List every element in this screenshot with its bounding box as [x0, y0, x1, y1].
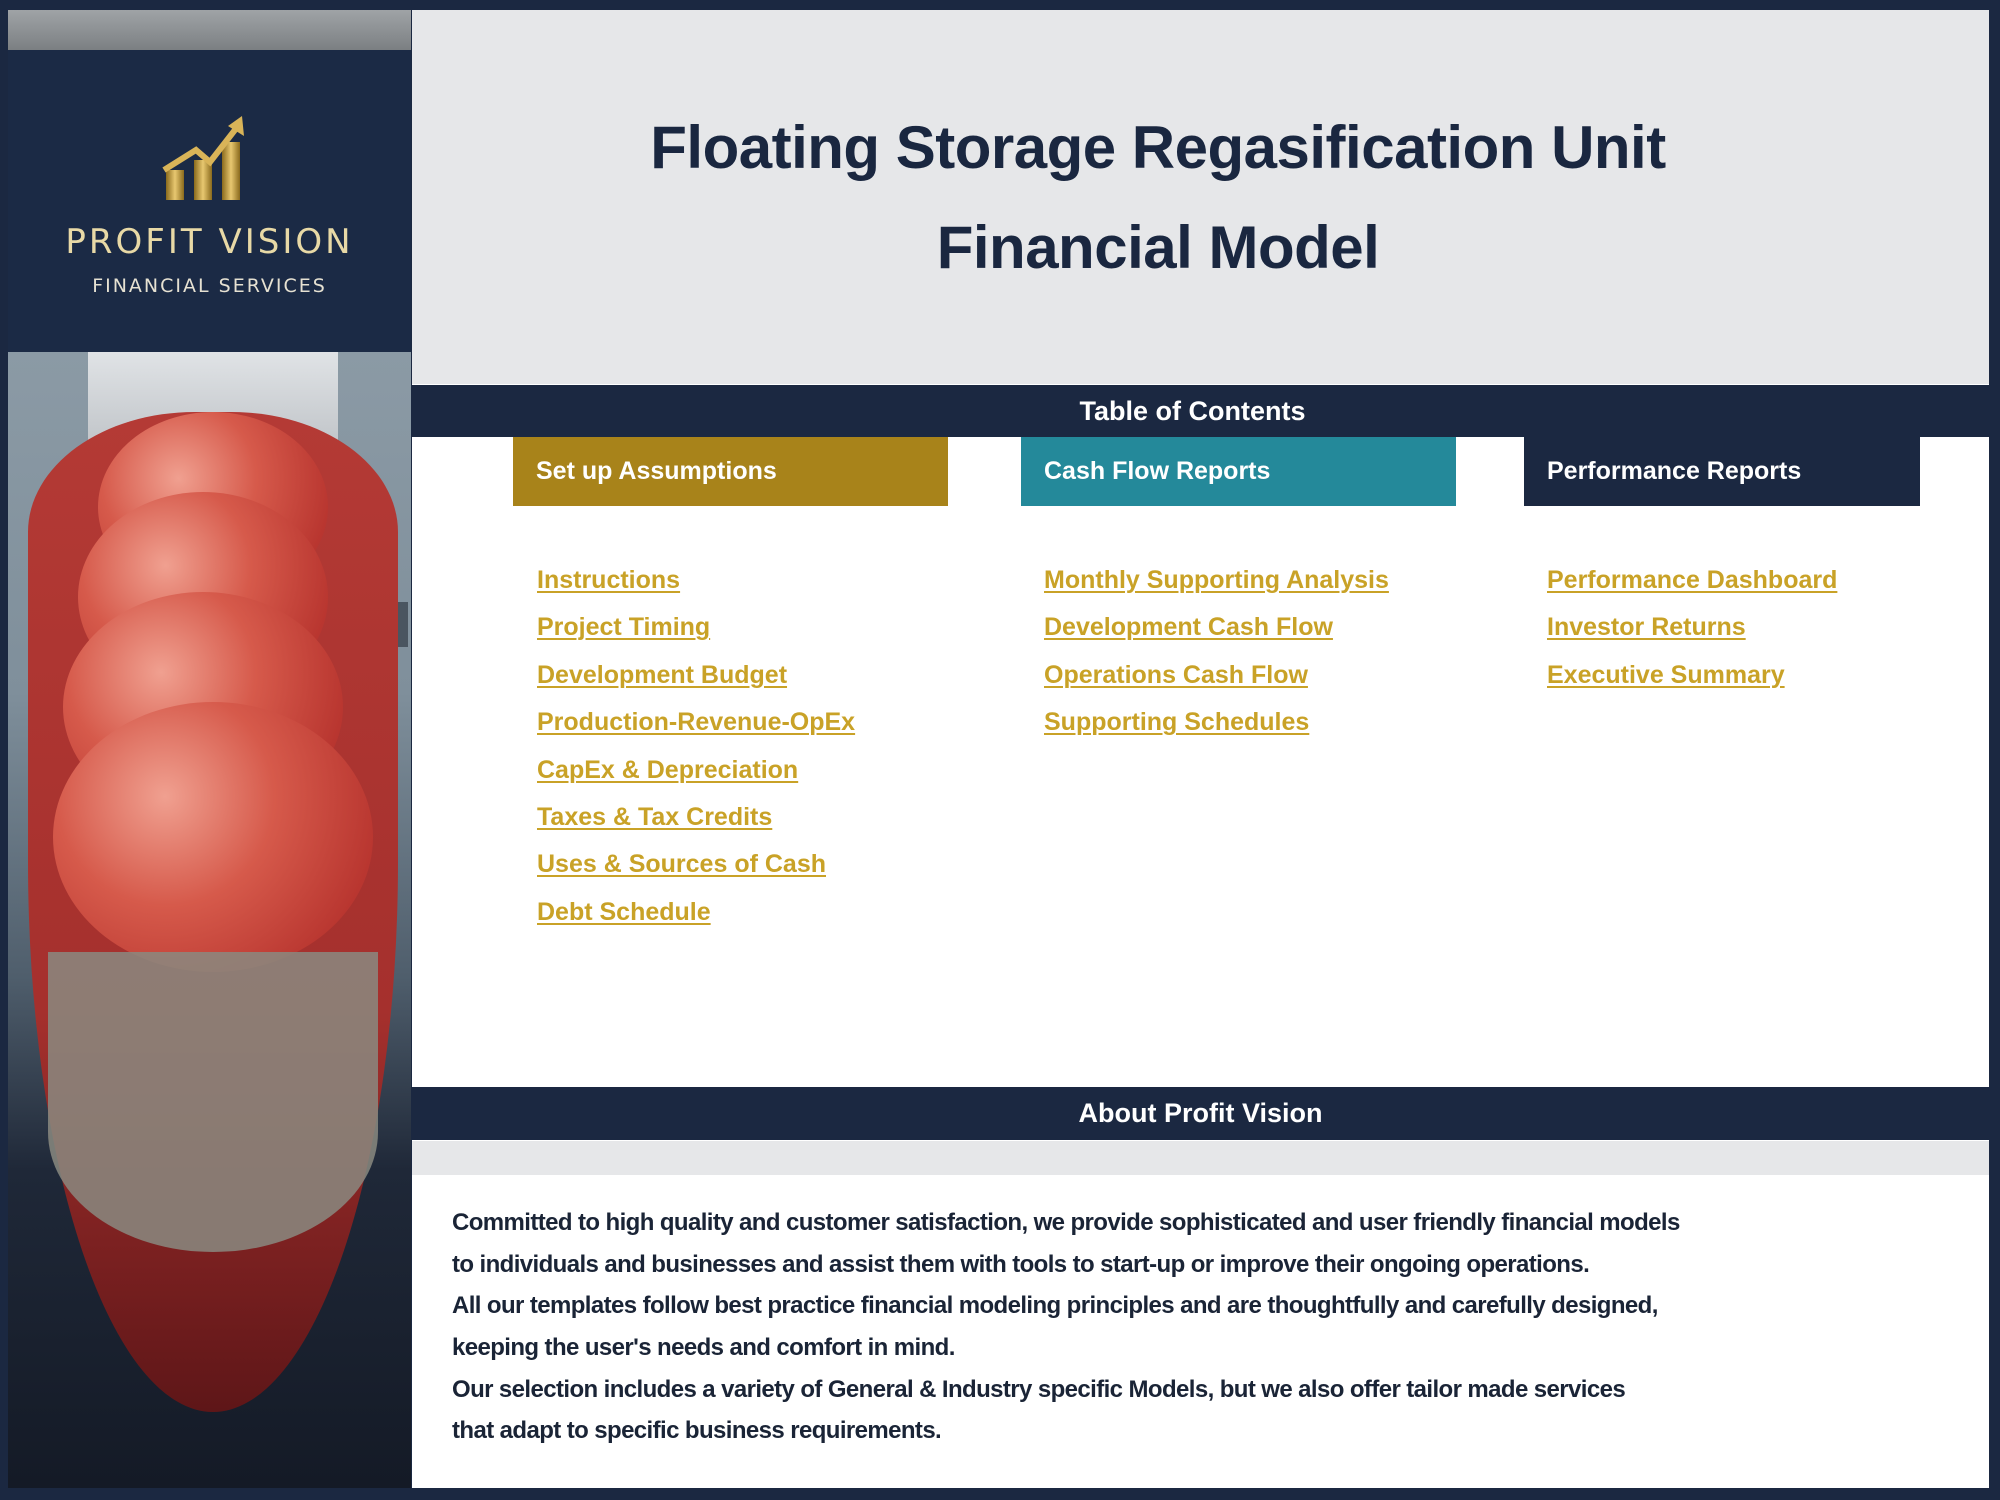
ship-deck [48, 952, 378, 1252]
section-tile-performance-reports: Performance Reports [1524, 437, 1920, 506]
link-project-timing[interactable]: Project Timing [537, 609, 855, 656]
main-panel: Floating Storage Regasification Unit Fin… [412, 10, 1989, 1488]
brand-subtitle: FINANCIAL SERVICES [92, 275, 327, 297]
toc-column-performance-reports: Performance Dashboard Investor Returns E… [1547, 562, 1837, 704]
link-debt-schedule[interactable]: Debt Schedule [537, 894, 855, 941]
frame-bottom-border [0, 1488, 2000, 1500]
toc-header-bar: Table of Contents [412, 385, 1989, 437]
about-line: Our selection includes a variety of Gene… [452, 1375, 1626, 1403]
link-development-cash-flow[interactable]: Development Cash Flow [1044, 609, 1389, 656]
link-operations-cash-flow[interactable]: Operations Cash Flow [1044, 657, 1389, 704]
about-header-bar: About Profit Vision [412, 1087, 1989, 1140]
page-title: Floating Storage Regasification Unit Fin… [412, 98, 1904, 298]
page-title-line-1: Floating Storage Regasification Unit [650, 114, 1666, 181]
rising-bar-chart-arrow-icon [162, 116, 244, 200]
frame-top-border [0, 0, 2000, 10]
link-supporting-schedules[interactable]: Supporting Schedules [1044, 704, 1389, 751]
about-line: keeping the user's needs and comfort in … [452, 1334, 955, 1362]
about-line: All our templates follow best practice f… [452, 1292, 1658, 1320]
link-instructions[interactable]: Instructions [537, 562, 855, 609]
link-monthly-supporting-analysis[interactable]: Monthly Supporting Analysis [1044, 562, 1389, 609]
link-development-budget[interactable]: Development Budget [537, 657, 855, 704]
frame-left-border [0, 0, 8, 1500]
section-tile-cash-flow-reports: Cash Flow Reports [1021, 437, 1456, 506]
toc-column-setup-assumptions: Instructions Project Timing Development … [537, 562, 855, 941]
about-line: to individuals and businesses and assist… [452, 1250, 1590, 1278]
link-uses-sources-of-cash[interactable]: Uses & Sources of Cash [537, 846, 855, 893]
about-divider-strip [412, 1141, 1989, 1175]
toc-column-cash-flow-reports: Monthly Supporting Analysis Development … [1044, 562, 1389, 752]
sidebar: PROFIT VISION FINANCIAL SERVICES [8, 10, 411, 1488]
about-line: that adapt to specific business requirem… [452, 1417, 942, 1445]
frame-right-border [1989, 0, 2000, 1500]
sidebar-top-photo-strip [8, 10, 411, 50]
toc-title: Table of Contents [412, 385, 1989, 437]
link-taxes-tax-credits[interactable]: Taxes & Tax Credits [537, 799, 855, 846]
link-executive-summary[interactable]: Executive Summary [1547, 657, 1837, 704]
header: Floating Storage Regasification Unit Fin… [412, 10, 1989, 384]
page-title-line-2: Financial Model [936, 214, 1380, 281]
section-tile-setup-assumptions: Set up Assumptions [513, 437, 948, 506]
link-capex-depreciation[interactable]: CapEx & Depreciation [537, 752, 855, 799]
about-line: Committed to high quality and customer s… [452, 1209, 1680, 1236]
toc-title-text: Table of Contents [1079, 396, 1306, 426]
lng-carrier-ship-photo [8, 352, 411, 1488]
link-performance-dashboard[interactable]: Performance Dashboard [1547, 562, 1837, 609]
about-title: About Profit Vision [1078, 1098, 1323, 1128]
link-production-revenue-opex[interactable]: Production-Revenue-OpEx [537, 704, 855, 751]
brand-name: PROFIT VISION [65, 222, 354, 262]
logo-area: PROFIT VISION FINANCIAL SERVICES [8, 50, 411, 350]
link-investor-returns[interactable]: Investor Returns [1547, 609, 1837, 656]
about-text: Committed to high quality and customer s… [452, 1202, 1932, 1452]
lng-tank [53, 702, 373, 972]
